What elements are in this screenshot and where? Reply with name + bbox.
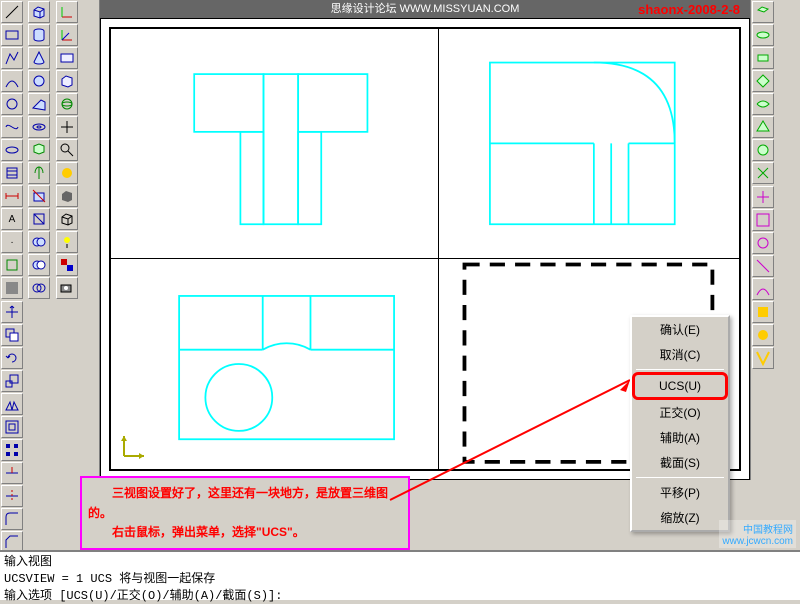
tool-wedge-icon[interactable] (28, 93, 50, 115)
context-menu: 确认(E) 取消(C) UCS(U) 正交(O) 辅助(A) 截面(S) 平移(… (630, 315, 730, 532)
tool-move-icon[interactable] (1, 301, 23, 323)
rtool-9-icon[interactable] (752, 186, 774, 208)
annotation-box: 三视图设置好了，这里还有一块地方，是放置三维图的。 右击鼠标，弹出菜单，选择"U… (80, 476, 410, 550)
menu-ortho[interactable]: 正交(O) (632, 400, 728, 425)
rtool-11-icon[interactable] (752, 232, 774, 254)
rtool-15-icon[interactable] (752, 324, 774, 346)
tool-hatch-icon[interactable] (1, 162, 23, 184)
tool-pan-icon[interactable] (56, 116, 78, 138)
menu-separator (636, 369, 724, 370)
right-toolbar (750, 0, 800, 480)
menu-section[interactable]: 截面(S) (632, 450, 728, 475)
rtool-13-icon[interactable] (752, 278, 774, 300)
rtool-10-icon[interactable] (752, 209, 774, 231)
annotation-text-2: 右击鼠标，弹出菜单，选择"UCS"。 (88, 525, 305, 539)
tool-subtract-icon[interactable] (28, 254, 50, 276)
rtool-1-icon[interactable] (752, 1, 774, 23)
ucs-cursor-icon (119, 431, 149, 461)
drawing-top-view (161, 51, 412, 236)
tool-extrude-icon[interactable] (28, 139, 50, 161)
tool-text-icon[interactable]: A (1, 208, 23, 230)
rtool-7-icon[interactable] (752, 139, 774, 161)
drawing-side-view (463, 51, 702, 236)
rtool-3-icon[interactable] (752, 47, 774, 69)
command-line[interactable]: 输入视图 UCSVIEW = 1 UCS 将与视图一起保存 输入选项 [UCS(… (0, 550, 800, 600)
tool-view2-icon[interactable] (56, 70, 78, 92)
annotation-text-1: 三视图设置好了，这里还有一块地方，是放置三维图的。 (88, 486, 388, 519)
tool-line-icon[interactable] (1, 1, 23, 23)
menu-confirm[interactable]: 确认(E) (632, 317, 728, 342)
left-toolbar: A · (0, 0, 100, 480)
tool-shade-icon[interactable] (56, 185, 78, 207)
tool-ellipse-icon[interactable] (1, 139, 23, 161)
tool-region-icon[interactable] (1, 277, 23, 299)
tool-revolve-icon[interactable] (28, 162, 50, 184)
tool-intersect-icon[interactable] (28, 277, 50, 299)
rtool-6-icon[interactable] (752, 116, 774, 138)
tool-block-icon[interactable] (1, 254, 23, 276)
tool-cylinder-icon[interactable] (28, 24, 50, 46)
rtool-16-icon[interactable] (752, 347, 774, 369)
rtool-12-icon[interactable] (752, 255, 774, 277)
viewport-divider-horizontal (111, 258, 739, 259)
rtool-14-icon[interactable] (752, 301, 774, 323)
menu-pan[interactable]: 平移(P) (632, 480, 728, 505)
tool-view1-icon[interactable] (56, 47, 78, 69)
tool-union-icon[interactable] (28, 231, 50, 253)
rtool-4-icon[interactable] (752, 70, 774, 92)
tool-ucs1-icon[interactable] (56, 1, 78, 23)
tool-fillet-icon[interactable] (1, 508, 23, 530)
tool-dim-icon[interactable] (1, 185, 23, 207)
tool-trim-icon[interactable] (1, 462, 23, 484)
tool-render-icon[interactable] (56, 162, 78, 184)
tool-poly-icon[interactable] (1, 47, 23, 69)
menu-separator (636, 477, 724, 478)
tool-sphere-icon[interactable] (28, 70, 50, 92)
tool-slice-icon[interactable] (28, 185, 50, 207)
tool-ucs2-icon[interactable] (56, 24, 78, 46)
tool-3dorbit-icon[interactable] (56, 93, 78, 115)
cmd-line-3: 输入选项 [UCS(U)/正交(O)/辅助(A)/截面(S)]: (4, 588, 796, 604)
tool-torus-icon[interactable] (28, 116, 50, 138)
watermark-site: 中国教程网 www.jcwcn.com (719, 520, 796, 548)
tool-cone-icon[interactable] (28, 47, 50, 69)
rtool-2-icon[interactable] (752, 24, 774, 46)
rtool-5-icon[interactable] (752, 93, 774, 115)
tool-box-icon[interactable] (28, 1, 50, 23)
menu-cancel[interactable]: 取消(C) (632, 342, 728, 367)
tool-rotate-icon[interactable] (1, 347, 23, 369)
viewport-divider-vertical (438, 29, 439, 469)
tool-rect-icon[interactable] (1, 24, 23, 46)
tool-section-icon[interactable] (28, 208, 50, 230)
cmd-line-2: UCSVIEW = 1 UCS 将与视图一起保存 (4, 571, 796, 588)
menu-ucs[interactable]: UCS(U) (632, 372, 728, 400)
menu-zoom[interactable]: 缩放(Z) (632, 505, 728, 530)
drawing-front-view (161, 284, 412, 451)
tool-offset-icon[interactable] (1, 416, 23, 438)
watermark-author: shaonx-2008-2-8 (638, 2, 740, 17)
tool-array-icon[interactable] (1, 439, 23, 461)
cmd-line-1: 输入视图 (4, 554, 796, 571)
tool-camera-icon[interactable] (56, 277, 78, 299)
tool-point-icon[interactable]: · (1, 231, 23, 253)
tool-circle-icon[interactable] (1, 93, 23, 115)
tool-mirror-icon[interactable] (1, 393, 23, 415)
tool-material-icon[interactable] (56, 254, 78, 276)
tool-copy-icon[interactable] (1, 324, 23, 346)
rtool-8-icon[interactable] (752, 162, 774, 184)
tool-arc-icon[interactable] (1, 70, 23, 92)
tool-wire-icon[interactable] (56, 208, 78, 230)
menu-assist[interactable]: 辅助(A) (632, 425, 728, 450)
tool-light-icon[interactable] (56, 231, 78, 253)
tool-zoom-icon[interactable] (56, 139, 78, 161)
tool-scale-icon[interactable] (1, 370, 23, 392)
tool-spline-icon[interactable] (1, 116, 23, 138)
tool-extend-icon[interactable] (1, 485, 23, 507)
